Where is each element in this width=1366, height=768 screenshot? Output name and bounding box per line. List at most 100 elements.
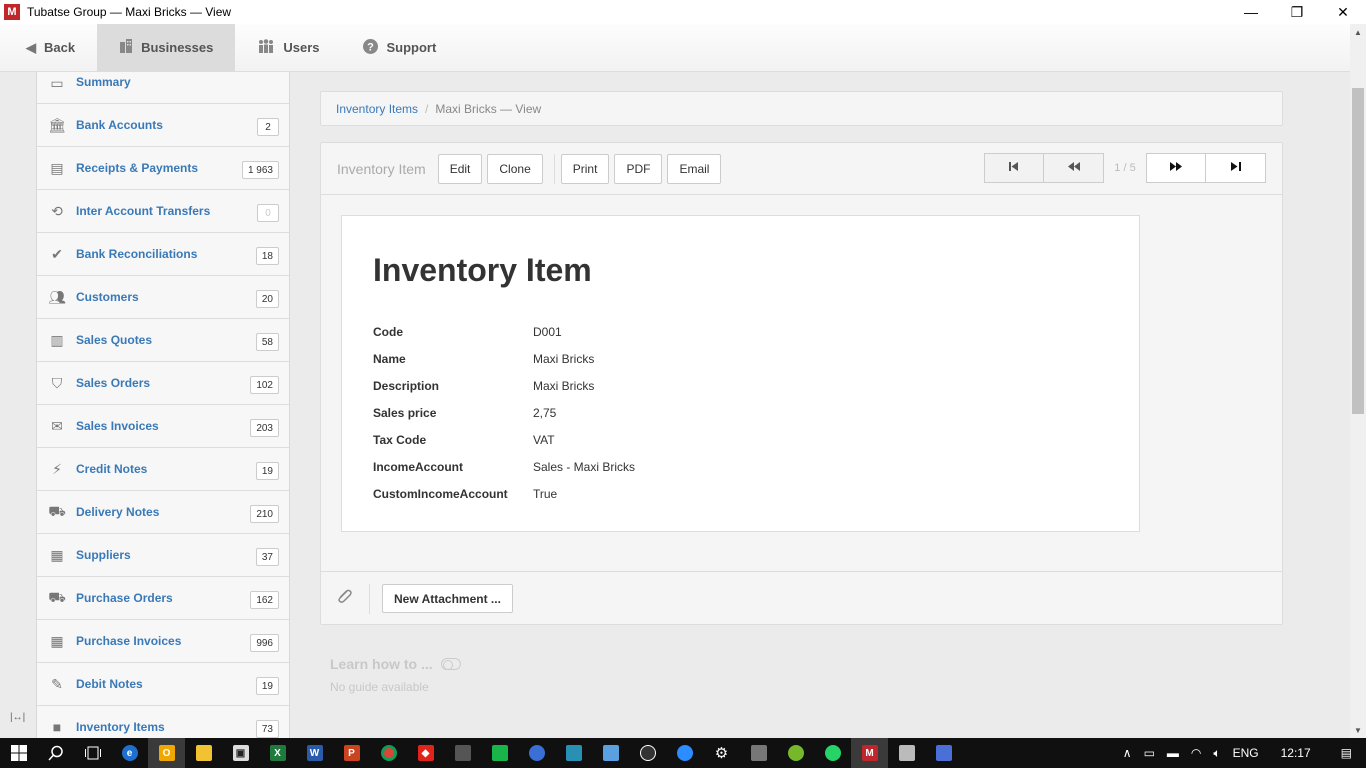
previous-page-button[interactable] — [1044, 153, 1104, 183]
clone-button[interactable]: Clone — [487, 153, 543, 184]
manager-app-icon[interactable]: M — [851, 738, 888, 768]
document-view: Inventory Item Code D001 Name Maxi Bricks De… — [341, 215, 1140, 532]
breadcrumb-link-inventory-items[interactable]: Inventory Items — [336, 102, 418, 116]
nav-businesses[interactable]: Businesses — [97, 24, 236, 71]
back-button[interactable]: ◀ Back — [0, 24, 97, 71]
chrome-icon[interactable] — [370, 738, 407, 768]
sidebar-item-customers[interactable]: 👥︎ Customers 20 — [37, 276, 289, 319]
sidebar-item-credit-notes[interactable]: ⚡︎ Credit Notes 19 — [37, 448, 289, 491]
edit-button[interactable]: Edit — [437, 153, 483, 184]
remote-icon[interactable] — [592, 738, 629, 768]
sidebar-item-receipts-payments[interactable]: ▤ Receipts & Payments 1 963 — [37, 147, 289, 190]
powerpoint-icon[interactable]: P — [333, 738, 370, 768]
editor-icon[interactable] — [555, 738, 592, 768]
whatsapp-icon[interactable] — [814, 738, 851, 768]
field-label: Name — [373, 351, 406, 366]
count-badge: 73 — [255, 720, 279, 738]
device-icon[interactable] — [444, 738, 481, 768]
close-button[interactable]: ✕ — [1320, 0, 1366, 24]
sidebar-item-inter-account-transfers[interactable]: ⟲ Inter Account Transfers 0 — [37, 190, 289, 233]
next-page-button[interactable] — [1146, 153, 1206, 183]
guide-toggle-icon[interactable] — [440, 658, 461, 670]
language-app-icon[interactable] — [888, 738, 925, 768]
settings-gear-icon[interactable]: ⚙ — [703, 738, 740, 768]
meet-now-icon[interactable]: ▭ — [1138, 746, 1161, 760]
edge-browser-icon[interactable]: e — [111, 738, 148, 768]
pdf-button[interactable]: PDF — [614, 153, 663, 184]
scroll-up-arrow-icon[interactable]: ▲ — [1350, 24, 1366, 40]
search-icon[interactable] — [37, 738, 74, 768]
anydesk-icon[interactable]: ◆ — [407, 738, 444, 768]
sidebar-item-delivery-notes[interactable]: ⛟ Delivery Notes 210 — [37, 491, 289, 534]
field-label: Description — [373, 378, 440, 393]
sidebar-item-purchase-invoices[interactable]: ▦ Purchase Invoices 996 — [37, 620, 289, 663]
document-title: Inventory Item — [373, 252, 592, 288]
new-attachment-button[interactable]: New Attachment ... — [382, 584, 513, 613]
scroll-thumb[interactable] — [1352, 88, 1364, 414]
sidebar-item-bank-accounts[interactable]: 🏛︎ Bank Accounts 2 — [37, 104, 289, 147]
first-page-button[interactable] — [984, 153, 1044, 183]
suppliers-icon: ▦ — [50, 546, 64, 563]
sidebar-item-bank-reconciliations[interactable]: ✔ Bank Reconciliations 18 — [37, 233, 289, 276]
torrent-icon[interactable] — [777, 738, 814, 768]
task-view-icon[interactable] — [74, 738, 111, 768]
windows-start-icon[interactable] — [0, 738, 37, 768]
app-logo-icon: M — [4, 4, 20, 20]
sidebar-item-sales-orders[interactable]: ⛉ Sales Orders 102 — [37, 362, 289, 405]
field-value: D001 — [533, 324, 562, 339]
whiteboard-icon[interactable] — [481, 738, 518, 768]
attachment-divider — [369, 583, 370, 614]
sidebar-item-label: Customers — [76, 290, 139, 304]
quotes-icon: ▥ — [50, 331, 64, 348]
nav-support[interactable]: ? Support — [341, 24, 458, 71]
field-value: Sales - Maxi Bricks — [533, 459, 636, 474]
speedometer-icon[interactable] — [629, 738, 666, 768]
main-panel: Inventory Item Edit Clone Print PDF Emai… — [320, 142, 1283, 625]
restore-button[interactable]: ❐ — [1274, 0, 1320, 24]
top-navigation: ◀ Back Businesses Users ? Support — [0, 24, 1350, 72]
sidebar-item-inventory-items[interactable]: ■ Inventory Items 73 — [37, 706, 289, 738]
sidebar-item-suppliers[interactable]: ▦ Suppliers 37 — [37, 534, 289, 577]
battery-icon[interactable]: ▬ — [1161, 746, 1185, 760]
building-icon — [119, 39, 133, 56]
notifications-icon[interactable]: ▤ — [1327, 746, 1366, 760]
collapse-sidebar-icon[interactable]: |↔| — [10, 712, 25, 723]
email-button[interactable]: Email — [667, 153, 722, 184]
sidebar-item-purchase-orders[interactable]: ⛟ Purchase Orders 162 — [37, 577, 289, 620]
field-row: IncomeAccount Sales - Maxi Bricks — [373, 453, 635, 480]
store-icon[interactable]: ▣ — [222, 738, 259, 768]
sidebar-item-sales-quotes[interactable]: ▥ Sales Quotes 58 — [37, 319, 289, 362]
count-badge: 102 — [250, 376, 279, 394]
minimize-button[interactable]: — — [1228, 0, 1274, 24]
vpn-icon[interactable] — [925, 738, 962, 768]
svg-text:?: ? — [368, 41, 375, 53]
calculator-icon[interactable] — [740, 738, 777, 768]
zoom-icon[interactable] — [666, 738, 703, 768]
language-indicator[interactable]: ENG — [1227, 746, 1265, 760]
sidebar-item-label: Sales Orders — [76, 376, 151, 390]
count-badge: 19 — [255, 677, 279, 695]
sidebar-item-label: Receipts & Payments — [76, 161, 199, 175]
file-explorer-icon[interactable] — [185, 738, 222, 768]
count-badge: 162 — [250, 591, 279, 609]
word-icon[interactable]: W — [296, 738, 333, 768]
print-button[interactable]: Print — [560, 153, 610, 184]
chevron-up-icon[interactable]: ∧ — [1117, 746, 1138, 760]
volume-icon[interactable]: 🔈︎ — [1207, 746, 1226, 761]
wifi-icon[interactable]: ◠ — [1185, 746, 1207, 760]
count-badge: 18 — [255, 247, 279, 265]
sidebar-item-debit-notes[interactable]: ✎ Debit Notes 19 — [37, 663, 289, 706]
excel-icon[interactable]: X — [259, 738, 296, 768]
page-scrollbar[interactable]: ▲ ▼ — [1350, 24, 1366, 738]
maps-icon[interactable] — [518, 738, 555, 768]
sidebar-item-sales-invoices[interactable]: ✉ Sales Invoices 203 — [37, 405, 289, 448]
sidebar-item-summary[interactable]: ▭ Summary — [37, 72, 289, 104]
toolbar-divider — [553, 153, 555, 184]
outlook-icon[interactable]: O — [148, 738, 185, 768]
field-row: CustomIncomeAccount True — [373, 480, 635, 507]
clock[interactable]: 12:17 — [1265, 746, 1327, 760]
scroll-down-arrow-icon[interactable]: ▼ — [1350, 722, 1366, 738]
customers-icon: 👥︎ — [48, 288, 66, 305]
last-page-button[interactable] — [1206, 153, 1266, 183]
nav-users[interactable]: Users — [235, 24, 341, 71]
